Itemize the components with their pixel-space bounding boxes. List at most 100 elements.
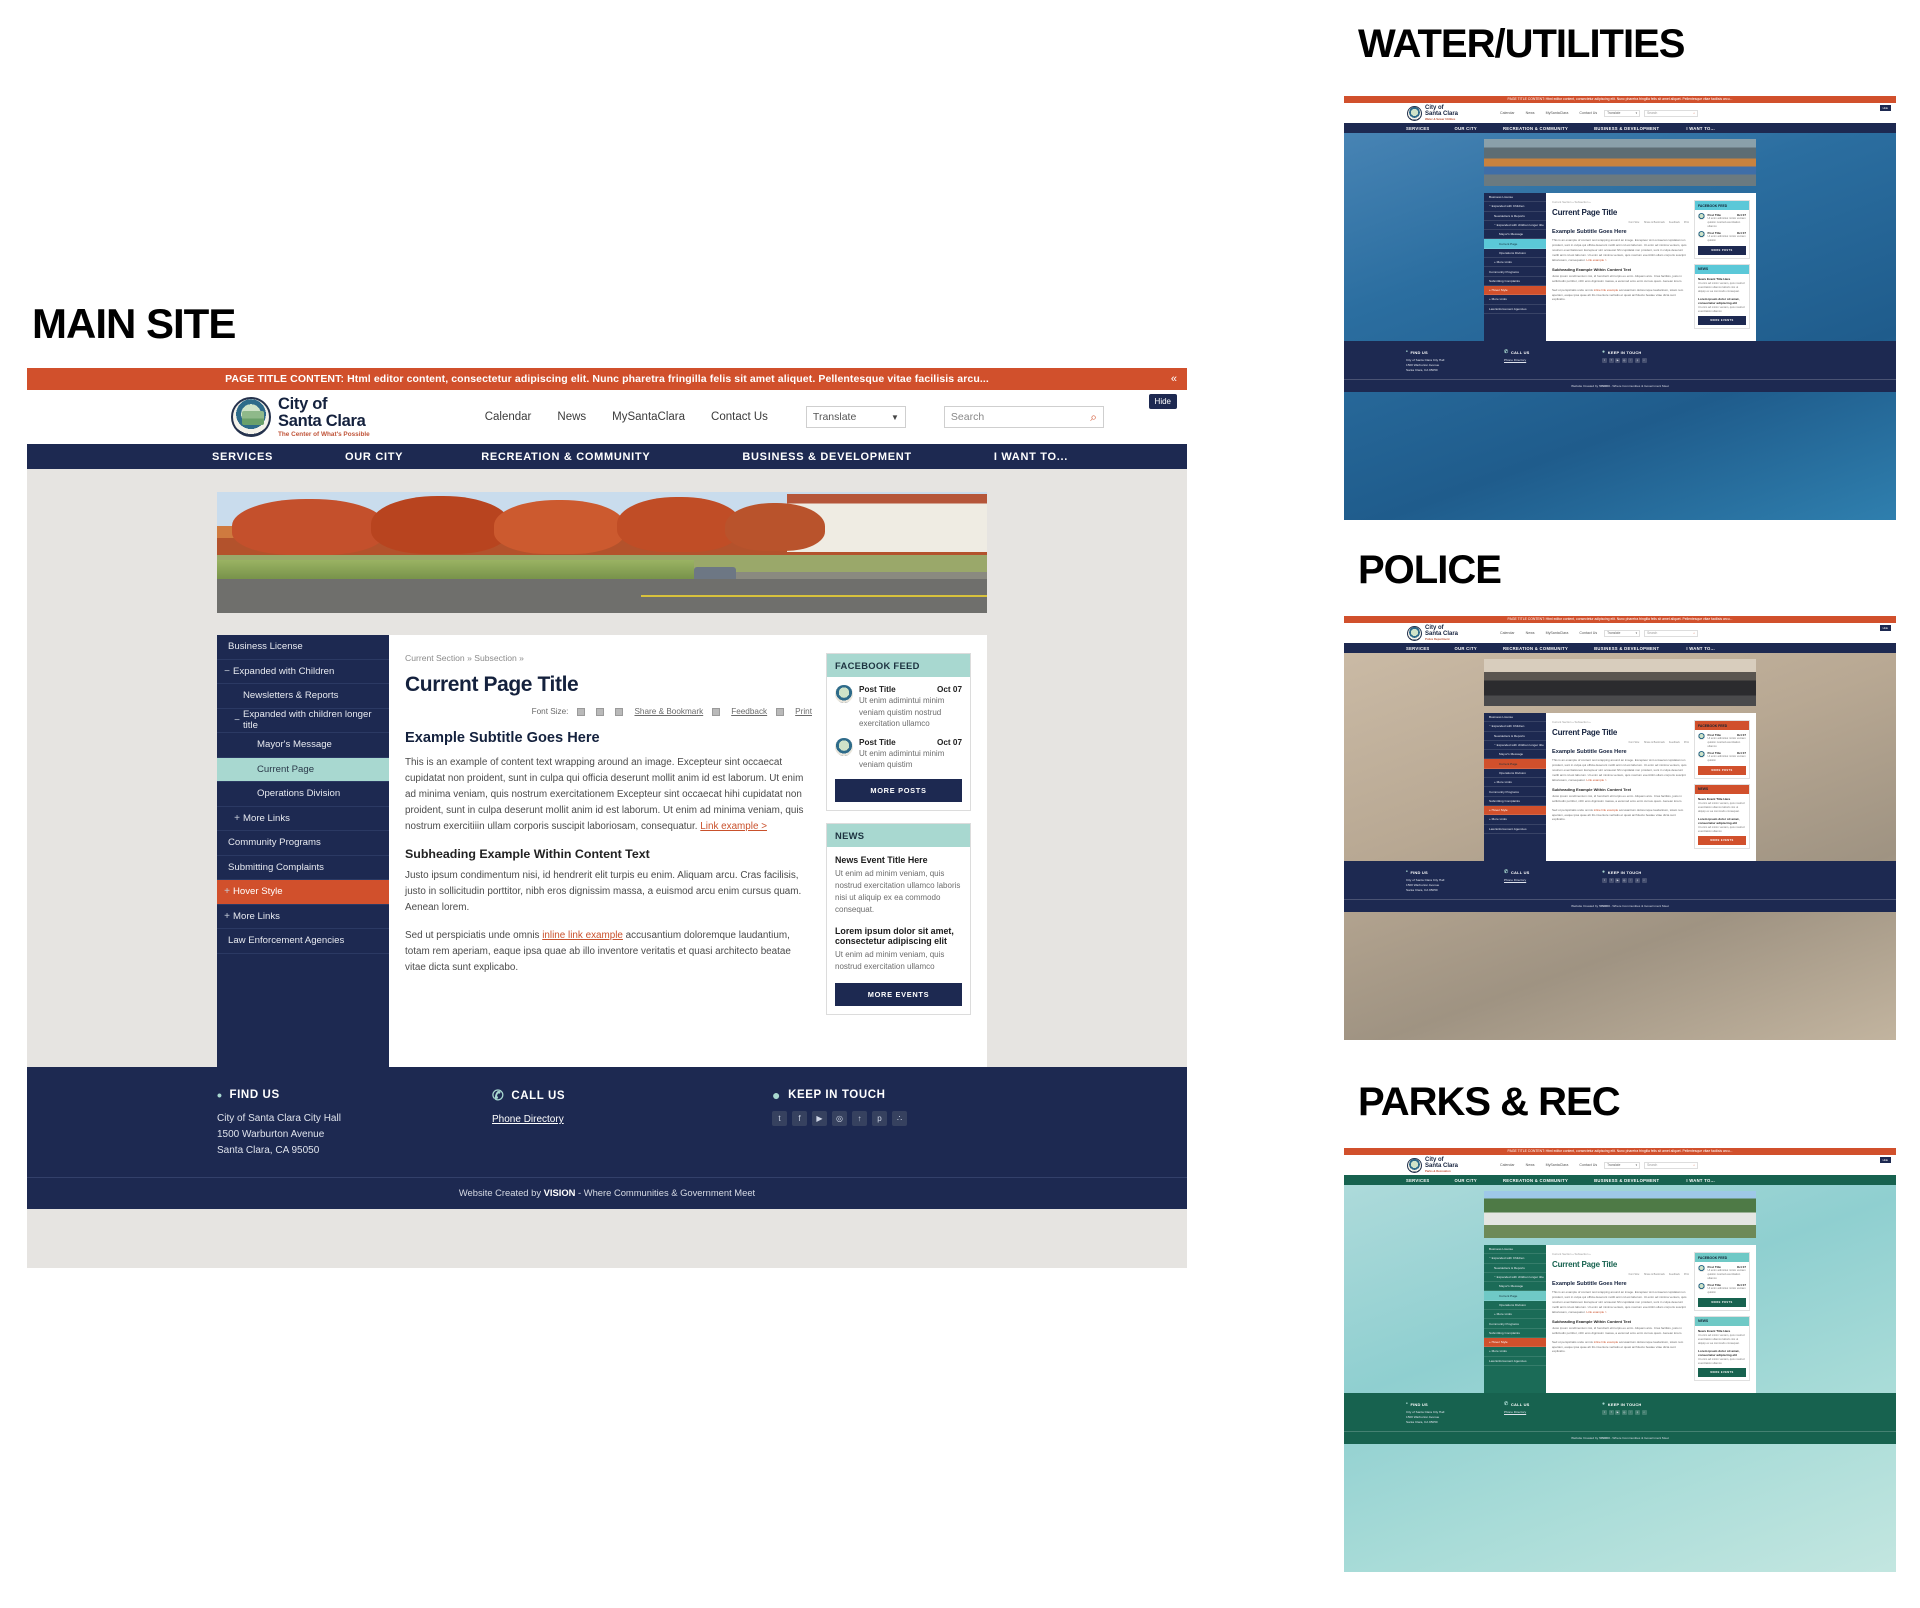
tb-social-icon-4[interactable]: ↑	[1628, 877, 1634, 883]
tb-mainnav-1[interactable]: OUR CITY	[1455, 646, 1477, 651]
mainnav-recreation[interactable]: RECREATION & COMMUNITY	[481, 451, 650, 463]
tb-sidebar-item-6[interactable]: Operations Division	[1484, 249, 1546, 259]
tb-more-posts-button[interactable]: MORE POSTS	[1698, 245, 1746, 255]
tb-nav-2[interactable]: MySantaClara	[1546, 631, 1569, 635]
tb-mainnav-0[interactable]: SERVICES	[1406, 126, 1430, 131]
nav-contact-us[interactable]: Contact Us	[711, 411, 768, 423]
tb-sidebar-item-4[interactable]: Mayor's Message	[1484, 750, 1546, 760]
tb-hide-button[interactable]: Hide	[1879, 1157, 1891, 1163]
nav-news[interactable]: News	[557, 411, 586, 423]
tb-facebook-post[interactable]: Post Title Oct 07 Ut enim adimintui minim…	[1698, 1283, 1746, 1295]
tb-mainnav-3[interactable]: BUSINESS & DEVELOPMENT	[1594, 646, 1659, 651]
tb-more-posts-button[interactable]: MORE POSTS	[1698, 765, 1746, 775]
tb-link-example[interactable]: Link example >	[1586, 1310, 1606, 1314]
tb-sidebar-item-0[interactable]: Business License	[1484, 193, 1546, 203]
tb-inline-link[interactable]: inline link example	[1594, 288, 1619, 292]
tb-news-title[interactable]: News Event Title Here	[1698, 797, 1746, 801]
tb-social-icon-0[interactable]: t	[1602, 877, 1607, 883]
tb-sidebar-item-7[interactable]: + More Links	[1484, 258, 1546, 268]
tb-print-link[interactable]: Print	[1684, 221, 1689, 224]
tb-sidebar-item-8[interactable]: Community Programs	[1484, 267, 1546, 277]
tb-social-icon-0[interactable]: t	[1602, 1409, 1607, 1415]
tb-phone-directory-link[interactable]: Phone Directory	[1504, 1410, 1526, 1414]
thumbnail-parks-rec[interactable]: PAGE TITLE CONTENT: Html editor content,…	[1344, 1148, 1896, 1572]
tb-share-link[interactable]: Share & Bookmark	[1644, 741, 1665, 744]
tb-print-link[interactable]: Print	[1684, 1273, 1689, 1276]
nav-mysantaclara[interactable]: MySantaClara	[612, 411, 685, 423]
tb-sidebar-item-0[interactable]: Business License	[1484, 1245, 1546, 1255]
tb-feedback-link[interactable]: Feedback	[1669, 1273, 1680, 1276]
tb-mainnav-4[interactable]: I WANT TO...	[1686, 126, 1715, 131]
tb-sidebar-item-0[interactable]: Business License	[1484, 713, 1546, 723]
tb-logo-text[interactable]: City of Santa Clara Parks & Recreation	[1425, 1157, 1458, 1174]
tb-search-icon[interactable]: ⌕	[1693, 631, 1695, 635]
tb-sidebar-item-10[interactable]: + Hover Style	[1484, 285, 1546, 296]
tb-news-title[interactable]: News Event Title Here	[1698, 1329, 1746, 1333]
share-icon[interactable]	[615, 707, 624, 716]
sidebar-item-2[interactable]: Newsletters & Reports	[217, 684, 389, 709]
tb-more-events-button[interactable]: MORE EVENTS	[1698, 836, 1746, 846]
more-posts-button[interactable]: MORE POSTS	[835, 778, 962, 802]
tb-social-icon-5[interactable]: p	[1634, 877, 1640, 883]
tb-more-events-button[interactable]: MORE EVENTS	[1698, 316, 1746, 326]
tb-sidebar-item-4[interactable]: Mayor's Message	[1484, 1282, 1546, 1292]
tb-sidebar-item-12[interactable]: Law Enforcement Agencies	[1484, 825, 1546, 834]
tb-sidebar-item-2[interactable]: Newsletters & Reports	[1484, 212, 1546, 221]
mainnav-our-city[interactable]: OUR CITY	[345, 451, 403, 463]
tb-mainnav-4[interactable]: I WANT TO...	[1686, 646, 1715, 651]
tb-translate-select[interactable]: Translate ▾	[1604, 629, 1641, 637]
tb-news-title[interactable]: Lorem ipsum dolor sit amet, consectetur …	[1698, 297, 1746, 305]
tb-social-icon-3[interactable]: ◎	[1621, 1409, 1627, 1415]
tb-social-icon-1[interactable]: f	[1608, 357, 1614, 363]
social-icon-3[interactable]: ◎	[832, 1111, 847, 1126]
tb-sidebar-item-3[interactable]: − Expanded with children longer title	[1484, 741, 1546, 751]
tb-news-title[interactable]: Lorem ipsum dolor sit amet, consectetur …	[1698, 817, 1746, 825]
tb-inline-link[interactable]: inline link example	[1594, 808, 1619, 812]
tb-sidebar-item-1[interactable]: − Expanded with Children	[1484, 1254, 1546, 1264]
tb-sidebar-item-6[interactable]: Operations Division	[1484, 769, 1546, 779]
tb-sidebar-item-9[interactable]: Submitting Complaints	[1484, 797, 1546, 806]
tb-facebook-post[interactable]: Post Title Oct 07 Ut enim adimintui minim…	[1698, 231, 1746, 243]
facebook-post[interactable]: Post Title Oct 07 Ut enim adimintui minim …	[835, 737, 962, 771]
tb-sidebar-item-11[interactable]: + More Links	[1484, 815, 1546, 825]
social-icon-6[interactable]: ∴	[892, 1111, 907, 1126]
tb-search-icon[interactable]: ⌕	[1693, 1163, 1695, 1167]
tb-social-icon-4[interactable]: ↑	[1628, 357, 1634, 363]
sidebar-item-12[interactable]: Law Enforcement Agencies	[217, 929, 389, 954]
tb-hide-button[interactable]: Hide	[1879, 625, 1891, 631]
sidebar-item-10[interactable]: + Hover Style	[217, 880, 389, 905]
tb-nav-1[interactable]: News	[1526, 631, 1535, 635]
tb-sidebar-item-1[interactable]: − Expanded with Children	[1484, 202, 1546, 212]
tb-sidebar-item-9[interactable]: Submitting Complaints	[1484, 277, 1546, 286]
thumbnail-police[interactable]: PAGE TITLE CONTENT: Html editor content,…	[1344, 616, 1896, 1040]
tb-mainnav-2[interactable]: RECREATION & COMMUNITY	[1503, 1178, 1568, 1183]
tb-social-icon-6[interactable]: ∴	[1641, 1409, 1647, 1415]
tb-search-input[interactable]: Search ⌕	[1644, 629, 1699, 637]
news-item-title[interactable]: Lorem ipsum dolor sit amet, consectetur …	[835, 926, 962, 946]
tb-facebook-post[interactable]: Post Title Oct 07 Ut enim adimintui minim…	[1698, 733, 1746, 748]
tb-breadcrumb[interactable]: Current Section » Subsection »	[1552, 720, 1689, 724]
mainnav-business[interactable]: BUSINESS & DEVELOPMENT	[742, 451, 911, 463]
font-increase-icon[interactable]	[577, 707, 586, 716]
social-icon-4[interactable]: ↑	[852, 1111, 867, 1126]
tb-mainnav-1[interactable]: OUR CITY	[1455, 1178, 1477, 1183]
expand-icon[interactable]: +	[231, 813, 243, 824]
font-decrease-icon[interactable]	[596, 707, 605, 716]
tb-news-title[interactable]: News Event Title Here	[1698, 277, 1746, 281]
facebook-post[interactable]: Post Title Oct 07 Ut enim adimintui minim …	[835, 685, 962, 730]
share-bookmark-link[interactable]: Share & Bookmark	[634, 707, 703, 716]
tb-mainnav-0[interactable]: SERVICES	[1406, 1178, 1430, 1183]
feedback-icon[interactable]	[712, 707, 721, 716]
tb-social-icon-4[interactable]: ↑	[1628, 1409, 1634, 1415]
tb-sidebar-item-8[interactable]: Community Programs	[1484, 787, 1546, 797]
tb-facebook-post[interactable]: Post Title Oct 07 Ut enim adimintui minim…	[1698, 1265, 1746, 1280]
tb-hide-button[interactable]: Hide	[1879, 105, 1891, 111]
tb-social-icon-6[interactable]: ∴	[1641, 877, 1647, 883]
sidebar-item-9[interactable]: Submitting Complaints	[217, 856, 389, 880]
tb-nav-2[interactable]: MySantaClara	[1546, 1163, 1569, 1167]
tb-share-link[interactable]: Share & Bookmark	[1644, 221, 1665, 224]
tb-mainnav-3[interactable]: BUSINESS & DEVELOPMENT	[1594, 126, 1659, 131]
tb-social-icon-1[interactable]: f	[1608, 877, 1614, 883]
tb-search-input[interactable]: Search ⌕	[1644, 1161, 1699, 1169]
sidebar-item-5[interactable]: Current Page	[217, 757, 389, 782]
